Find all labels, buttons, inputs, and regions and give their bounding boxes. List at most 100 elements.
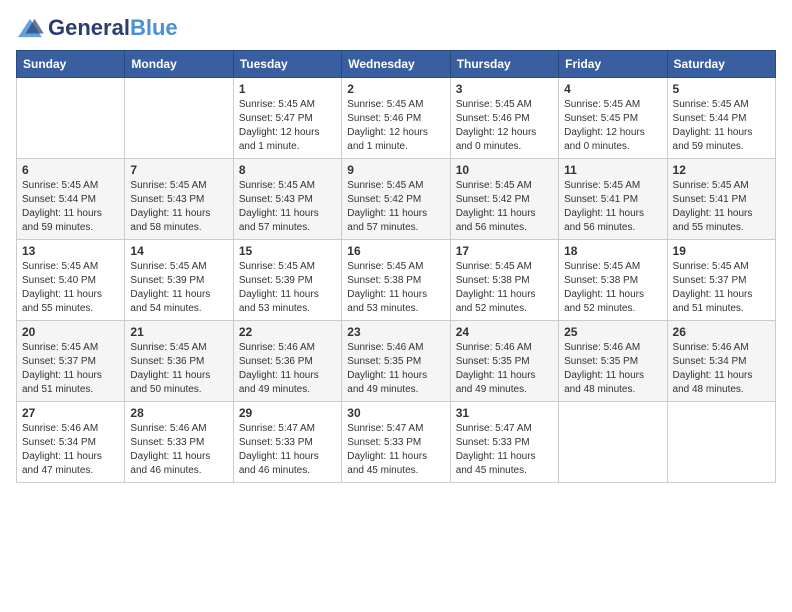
calendar-cell: 5 Sunrise: 5:45 AM Sunset: 5:44 PM Daylig…: [667, 78, 775, 159]
calendar-cell: 31 Sunrise: 5:47 AM Sunset: 5:33 PM Dayli…: [450, 402, 558, 483]
day-number: 7: [130, 163, 227, 177]
day-info: Sunrise: 5:45 AM Sunset: 5:38 PM Dayligh…: [456, 260, 553, 316]
weekday-header-friday: Friday: [559, 51, 667, 78]
day-info: Sunrise: 5:45 AM Sunset: 5:39 PM Dayligh…: [130, 260, 227, 316]
day-number: 25: [564, 325, 661, 339]
calendar-cell: 17 Sunrise: 5:45 AM Sunset: 5:38 PM Dayli…: [450, 240, 558, 321]
day-number: 11: [564, 163, 661, 177]
day-info: Sunrise: 5:46 AM Sunset: 5:36 PM Dayligh…: [239, 341, 336, 397]
day-number: 19: [673, 244, 770, 258]
day-number: 12: [673, 163, 770, 177]
calendar-cell: 4Sunrise: 5:45 AM Sunset: 5:45 PM Daylig…: [559, 78, 667, 159]
day-number: 14: [130, 244, 227, 258]
day-info: Sunrise: 5:46 AM Sunset: 5:35 PM Dayligh…: [564, 341, 661, 397]
logo-name: GeneralBlue: [48, 16, 178, 40]
calendar-cell: 25 Sunrise: 5:46 AM Sunset: 5:35 PM Dayli…: [559, 321, 667, 402]
day-number: 28: [130, 406, 227, 420]
calendar-cell: 13Sunrise: 5:45 AM Sunset: 5:40 PM Dayli…: [17, 240, 125, 321]
weekday-header-tuesday: Tuesday: [233, 51, 341, 78]
calendar-cell: 29 Sunrise: 5:47 AM Sunset: 5:33 PM Dayli…: [233, 402, 341, 483]
calendar-cell: 3Sunrise: 5:45 AM Sunset: 5:46 PM Daylig…: [450, 78, 558, 159]
day-info: Sunrise: 5:45 AM Sunset: 5:41 PM Dayligh…: [564, 179, 661, 235]
calendar-cell: [667, 402, 775, 483]
calendar-table: SundayMondayTuesdayWednesdayThursdayFrid…: [16, 50, 776, 483]
day-number: 22: [239, 325, 336, 339]
day-number: 30: [347, 406, 444, 420]
day-number: 5: [673, 82, 770, 96]
day-info: Sunrise: 5:46 AM Sunset: 5:35 PM Dayligh…: [456, 341, 553, 397]
calendar-cell: 23 Sunrise: 5:46 AM Sunset: 5:35 PM Dayli…: [342, 321, 450, 402]
weekday-header-sunday: Sunday: [17, 51, 125, 78]
day-number: 23: [347, 325, 444, 339]
calendar-cell: [17, 78, 125, 159]
day-number: 17: [456, 244, 553, 258]
day-info: Sunrise: 5:45 AM Sunset: 5:37 PM Dayligh…: [673, 260, 770, 316]
day-info: Sunrise: 5:45 AM Sunset: 5:36 PM Dayligh…: [130, 341, 227, 397]
day-info: Sunrise: 5:45 AM Sunset: 5:43 PM Dayligh…: [130, 179, 227, 235]
day-number: 27: [22, 406, 119, 420]
calendar-cell: 7 Sunrise: 5:45 AM Sunset: 5:43 PM Daylig…: [125, 159, 233, 240]
day-number: 29: [239, 406, 336, 420]
day-number: 8: [239, 163, 336, 177]
day-info: Sunrise: 5:46 AM Sunset: 5:34 PM Dayligh…: [22, 422, 119, 478]
day-info: Sunrise: 5:47 AM Sunset: 5:33 PM Dayligh…: [347, 422, 444, 478]
calendar-week-row: 27 Sunrise: 5:46 AM Sunset: 5:34 PM Dayli…: [17, 402, 776, 483]
day-info: Sunrise: 5:45 AM Sunset: 5:42 PM Dayligh…: [347, 179, 444, 235]
calendar-cell: 10 Sunrise: 5:45 AM Sunset: 5:42 PM Dayli…: [450, 159, 558, 240]
calendar-cell: 6 Sunrise: 5:45 AM Sunset: 5:44 PM Daylig…: [17, 159, 125, 240]
day-number: 26: [673, 325, 770, 339]
weekday-header-monday: Monday: [125, 51, 233, 78]
calendar-cell: [559, 402, 667, 483]
day-number: 4: [564, 82, 661, 96]
calendar-cell: 2 Sunrise: 5:45 AM Sunset: 5:46 PM Daylig…: [342, 78, 450, 159]
calendar-cell: 1Sunrise: 5:45 AM Sunset: 5:47 PM Daylig…: [233, 78, 341, 159]
day-number: 21: [130, 325, 227, 339]
day-info: Sunrise: 5:45 AM Sunset: 5:44 PM Dayligh…: [673, 98, 770, 154]
calendar-cell: 9 Sunrise: 5:45 AM Sunset: 5:42 PM Daylig…: [342, 159, 450, 240]
day-info: Sunrise: 5:45 AM Sunset: 5:37 PM Dayligh…: [22, 341, 119, 397]
day-info: Sunrise: 5:45 AM Sunset: 5:44 PM Dayligh…: [22, 179, 119, 235]
calendar-week-row: 1Sunrise: 5:45 AM Sunset: 5:47 PM Daylig…: [17, 78, 776, 159]
calendar-cell: 11 Sunrise: 5:45 AM Sunset: 5:41 PM Dayli…: [559, 159, 667, 240]
day-info: Sunrise: 5:47 AM Sunset: 5:33 PM Dayligh…: [239, 422, 336, 478]
day-info: Sunrise: 5:45 AM Sunset: 5:40 PM Dayligh…: [22, 260, 119, 316]
day-info: Sunrise: 5:46 AM Sunset: 5:33 PM Dayligh…: [130, 422, 227, 478]
day-info: Sunrise: 5:45 AM Sunset: 5:46 PM Dayligh…: [347, 98, 444, 154]
calendar-cell: 21 Sunrise: 5:45 AM Sunset: 5:36 PM Dayli…: [125, 321, 233, 402]
day-number: 6: [22, 163, 119, 177]
day-number: 16: [347, 244, 444, 258]
day-info: Sunrise: 5:45 AM Sunset: 5:47 PM Dayligh…: [239, 98, 336, 154]
weekday-header-saturday: Saturday: [667, 51, 775, 78]
calendar-cell: [125, 78, 233, 159]
weekday-header-thursday: Thursday: [450, 51, 558, 78]
day-number: 24: [456, 325, 553, 339]
day-number: 2: [347, 82, 444, 96]
calendar-week-row: 6 Sunrise: 5:45 AM Sunset: 5:44 PM Daylig…: [17, 159, 776, 240]
day-number: 15: [239, 244, 336, 258]
calendar-week-row: 20 Sunrise: 5:45 AM Sunset: 5:37 PM Dayli…: [17, 321, 776, 402]
day-number: 31: [456, 406, 553, 420]
calendar-cell: 8 Sunrise: 5:45 AM Sunset: 5:43 PM Daylig…: [233, 159, 341, 240]
day-info: Sunrise: 5:45 AM Sunset: 5:38 PM Dayligh…: [347, 260, 444, 316]
day-info: Sunrise: 5:46 AM Sunset: 5:35 PM Dayligh…: [347, 341, 444, 397]
calendar-cell: 14 Sunrise: 5:45 AM Sunset: 5:39 PM Dayli…: [125, 240, 233, 321]
calendar-cell: 15 Sunrise: 5:45 AM Sunset: 5:39 PM Dayli…: [233, 240, 341, 321]
logo: GeneralBlue: [16, 16, 178, 40]
calendar-cell: 27 Sunrise: 5:46 AM Sunset: 5:34 PM Dayli…: [17, 402, 125, 483]
day-info: Sunrise: 5:45 AM Sunset: 5:38 PM Dayligh…: [564, 260, 661, 316]
calendar-cell: 12Sunrise: 5:45 AM Sunset: 5:41 PM Dayli…: [667, 159, 775, 240]
day-number: 20: [22, 325, 119, 339]
calendar-cell: 20 Sunrise: 5:45 AM Sunset: 5:37 PM Dayli…: [17, 321, 125, 402]
day-number: 10: [456, 163, 553, 177]
day-number: 9: [347, 163, 444, 177]
day-info: Sunrise: 5:47 AM Sunset: 5:33 PM Dayligh…: [456, 422, 553, 478]
calendar-cell: 16 Sunrise: 5:45 AM Sunset: 5:38 PM Dayli…: [342, 240, 450, 321]
day-info: Sunrise: 5:45 AM Sunset: 5:42 PM Dayligh…: [456, 179, 553, 235]
calendar-cell: 28 Sunrise: 5:46 AM Sunset: 5:33 PM Dayli…: [125, 402, 233, 483]
day-info: Sunrise: 5:46 AM Sunset: 5:34 PM Dayligh…: [673, 341, 770, 397]
day-info: Sunrise: 5:45 AM Sunset: 5:43 PM Dayligh…: [239, 179, 336, 235]
page-header: GeneralBlue: [16, 16, 776, 40]
weekday-header-wednesday: Wednesday: [342, 51, 450, 78]
day-info: Sunrise: 5:45 AM Sunset: 5:39 PM Dayligh…: [239, 260, 336, 316]
calendar-cell: 30 Sunrise: 5:47 AM Sunset: 5:33 PM Dayli…: [342, 402, 450, 483]
